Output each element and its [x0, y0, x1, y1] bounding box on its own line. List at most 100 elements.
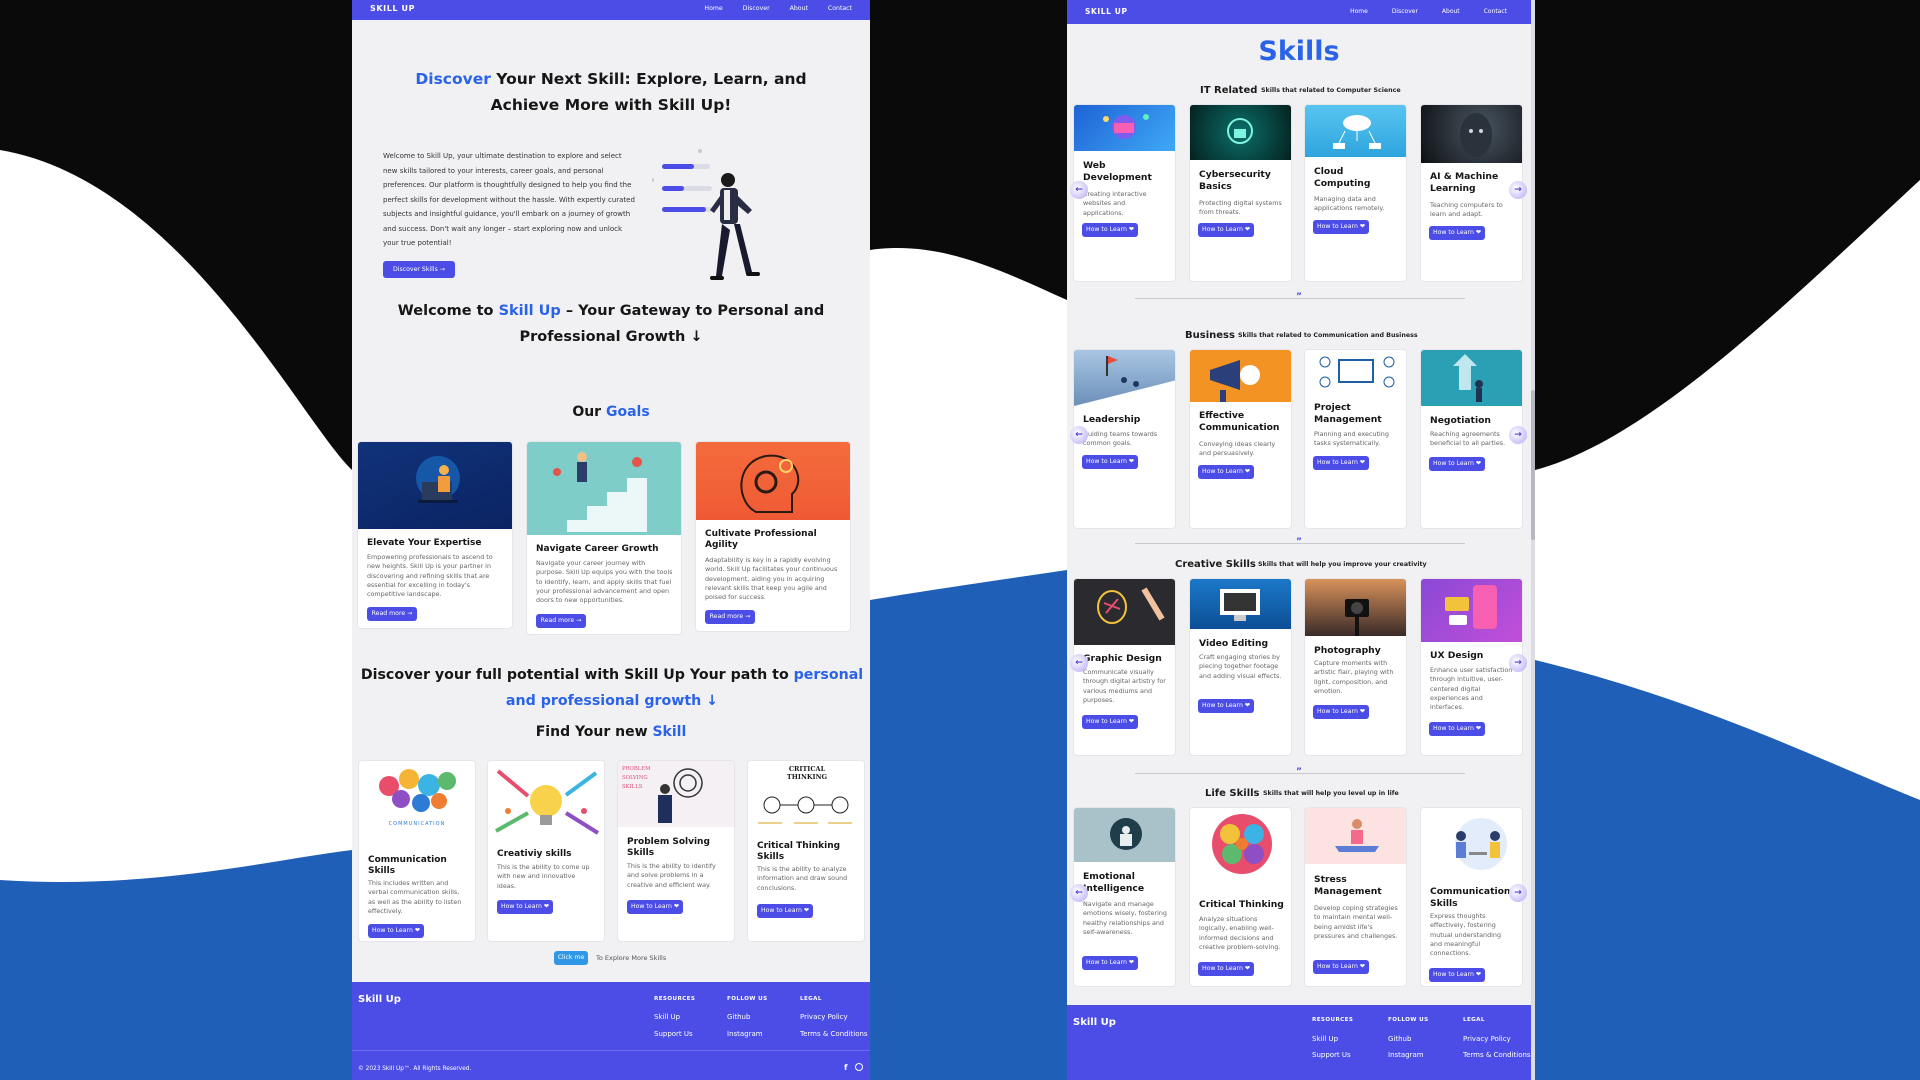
nav-about[interactable]: About — [790, 5, 808, 12]
carousel-next-icon[interactable]: → — [1509, 181, 1527, 199]
section-title: Creative Skills — [1175, 559, 1256, 570]
scrollbar-thumb[interactable] — [1531, 390, 1535, 540]
carousel-next-icon[interactable]: → — [1509, 884, 1527, 902]
brand-logo[interactable]: SKILL UP — [1085, 7, 1128, 16]
how-to-learn-button[interactable]: How to Learn ❤ — [1198, 699, 1254, 713]
how-to-learn-button[interactable]: How to Learn ❤ — [497, 900, 553, 914]
nav-discover[interactable]: Discover — [743, 5, 770, 12]
footer-link-privacy[interactable]: Privacy Policy — [800, 1013, 848, 1021]
carousel-prev-icon[interactable]: ← — [1070, 884, 1088, 902]
skills-title: Skills — [1258, 36, 1340, 67]
brand-logo[interactable]: SKILL UP — [370, 4, 415, 13]
skill-title: Creativiy skills — [497, 849, 572, 859]
critical-thinking-image-label: CRITICAL THINKING — [786, 765, 828, 781]
how-to-learn-button[interactable]: How to Learn ❤ — [1429, 226, 1485, 240]
footer-link-github[interactable]: Github — [1388, 1035, 1411, 1043]
discover-skills-button[interactable]: Discover Skills → — [383, 261, 455, 278]
skill-desc: Managing data and applications remotely. — [1314, 195, 1385, 213]
carousel-next-icon[interactable]: → — [1509, 426, 1527, 444]
footer-link-terms[interactable]: Terms & Conditions — [1463, 1051, 1531, 1059]
skill-desc: This is the ability to come up with new … — [497, 863, 590, 890]
welcome-heading: Welcome to Skill Up – Your Gateway to Pe… — [382, 298, 840, 350]
carousel-prev-icon[interactable]: ← — [1070, 426, 1088, 444]
skill-card: UX Design Enhance user satisfaction thro… — [1420, 578, 1523, 756]
footer-resources-heading: RESOURCES — [654, 996, 696, 1002]
goal-desc: Navigate your career journey with purpos… — [536, 559, 673, 605]
carousel-prev-icon[interactable]: ← — [1070, 181, 1088, 199]
click-me-button[interactable]: Click me — [554, 951, 588, 965]
problem-solving-image-label: PROBLEM SOLVING SKILLS — [622, 766, 651, 790]
skill-card: PROBLEM SOLVING SKILLS Problem Solving S… — [617, 760, 735, 942]
nav-discover[interactable]: Discover — [1392, 8, 1418, 15]
goal-card: Elevate Your Expertise Empowering profes… — [357, 441, 513, 629]
carousel-prev-icon[interactable]: ← — [1070, 654, 1088, 672]
skill-card: Video Editing Craft engaging stories by … — [1189, 578, 1292, 756]
how-to-learn-button[interactable]: How to Learn ❤ — [1313, 220, 1369, 234]
github-icon[interactable] — [855, 1063, 863, 1071]
how-to-learn-button[interactable]: How to Learn ❤ — [1429, 722, 1485, 736]
nav-home[interactable]: Home — [704, 5, 722, 12]
how-to-learn-button[interactable]: How to Learn ❤ — [1429, 968, 1485, 982]
how-to-learn-button[interactable]: How to Learn ❤ — [1198, 465, 1254, 479]
how-to-learn-button[interactable]: How to Learn ❤ — [1198, 962, 1254, 976]
footer-link-skillup[interactable]: Skill Up — [1312, 1035, 1338, 1043]
goal-desc: Empowering professionals to ascend to ne… — [367, 553, 493, 599]
how-to-learn-button[interactable]: How to Learn ❤ — [1313, 960, 1369, 974]
how-to-learn-button[interactable]: How to Learn ❤ — [1082, 455, 1138, 469]
background-wave — [0, 0, 1920, 1080]
scrollbar[interactable] — [1531, 0, 1535, 1080]
footer-link-privacy[interactable]: Privacy Policy — [1463, 1035, 1511, 1043]
skill-card: Creativiy skills This is the ability to … — [487, 760, 605, 942]
how-to-learn-button[interactable]: How to Learn ❤ — [1082, 223, 1138, 237]
footer-brand[interactable]: Skill Up — [358, 994, 401, 1005]
read-more-button[interactable]: Read more → — [367, 607, 417, 621]
how-to-learn-button[interactable]: How to Learn ❤ — [368, 924, 424, 938]
footer-link-support[interactable]: Support Us — [654, 1030, 693, 1038]
potential-pre: Discover your full potential with Skill … — [360, 667, 794, 683]
section-subtitle: Skills that related to Computer Science — [1261, 87, 1401, 94]
how-to-learn-button[interactable]: How to Learn ❤ — [757, 904, 813, 918]
skill-title: Stress Management — [1314, 874, 1382, 897]
skill-desc: Protecting digital systems from threats. — [1199, 199, 1282, 217]
goal-title: Cultivate Professional Agility — [705, 529, 817, 551]
footer-link-instagram[interactable]: Instagram — [727, 1030, 763, 1038]
how-to-learn-button[interactable]: How to Learn ❤ — [1198, 223, 1254, 237]
footer-brand[interactable]: Skill Up — [1073, 1017, 1116, 1028]
nav-links: Home Discover About Contact — [704, 5, 852, 12]
how-to-learn-button[interactable]: How to Learn ❤ — [1313, 456, 1369, 470]
footer-link-github[interactable]: Github — [727, 1013, 750, 1021]
goals-pre: Our — [572, 404, 606, 420]
how-to-learn-button[interactable]: How to Learn ❤ — [1082, 715, 1138, 729]
communication-image-label: COMMUNICATION — [388, 821, 446, 827]
nav-links: Home Discover About Contact — [1350, 8, 1507, 15]
carousel-next-icon[interactable]: → — [1509, 654, 1527, 672]
facebook-icon[interactable]: f — [844, 1063, 847, 1072]
how-to-learn-button[interactable]: How to Learn ❤ — [1313, 705, 1369, 719]
footer-link-skillup[interactable]: Skill Up — [654, 1013, 680, 1021]
skill-image — [1305, 350, 1406, 394]
home-page-screenshot: SKILL UP Home Discover About Contact Dis… — [352, 0, 870, 982]
copyright: © 2023 Skill Up™. All Rights Reserved. — [358, 1066, 472, 1072]
skill-title: Graphic Design — [1083, 653, 1162, 664]
skill-desc: This is the ability to identify and solv… — [627, 862, 716, 889]
skill-desc: Capture moments with artistic flair, pla… — [1314, 659, 1394, 695]
nav-contact[interactable]: Contact — [828, 5, 852, 12]
skill-desc: Guiding teams towards common goals. — [1083, 430, 1158, 448]
footer-link-support[interactable]: Support Us — [1312, 1051, 1351, 1059]
how-to-learn-button[interactable]: How to Learn ❤ — [627, 900, 683, 914]
how-to-learn-button[interactable]: How to Learn ❤ — [1429, 457, 1485, 471]
nav-home[interactable]: Home — [1350, 8, 1368, 15]
footer-link-terms[interactable]: Terms & Conditions — [800, 1030, 868, 1038]
skill-card: Critical Thinking Analyze situations log… — [1189, 807, 1292, 987]
how-to-learn-button[interactable]: How to Learn ❤ — [1082, 956, 1138, 970]
read-more-button[interactable]: Read more → — [705, 610, 755, 624]
skill-image — [1421, 105, 1522, 163]
read-more-button[interactable]: Read more → — [536, 614, 586, 628]
nav-about[interactable]: About — [1442, 8, 1460, 15]
footer-link-instagram[interactable]: Instagram — [1388, 1051, 1424, 1059]
skill-card: Web Development Creating interactive web… — [1073, 104, 1176, 282]
skill-title: Web Development — [1083, 160, 1152, 183]
welcome-post: – Your Gateway to Personal and Professio… — [519, 303, 825, 345]
nav-contact[interactable]: Contact — [1484, 8, 1507, 15]
skill-desc: Express thoughts effectively, fostering … — [1430, 912, 1502, 958]
